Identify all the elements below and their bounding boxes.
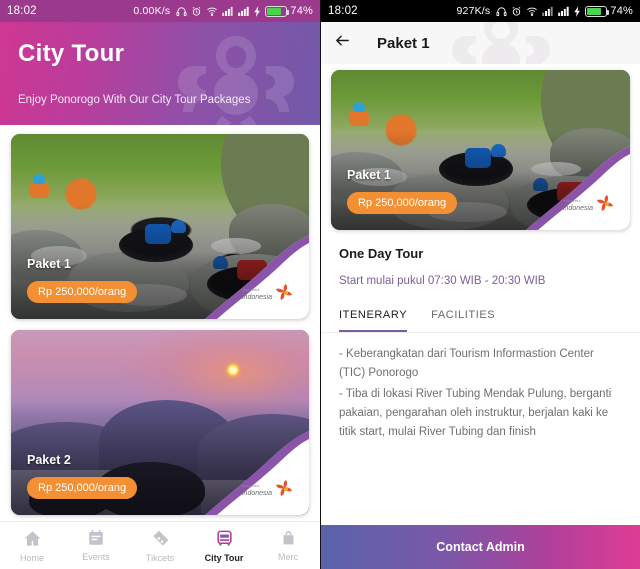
itinerary-item: - Tiba di lokasi River Tubing Mendak Pul… — [339, 388, 612, 438]
ticket-icon — [151, 529, 170, 550]
bus-icon — [215, 529, 234, 550]
package-list: Paket 1 Rp 250,000/orang wonderful indon… — [0, 134, 320, 515]
back-arrow-icon — [333, 32, 352, 54]
itinerary-item: - Keberangkatan dari Tourism Informastio… — [339, 348, 594, 379]
tab-itenerary[interactable]: ITENERARY — [339, 309, 408, 332]
svg-text:wonderful: wonderful — [563, 198, 580, 203]
svg-text:wonderful: wonderful — [242, 287, 259, 292]
tour-title: One Day Tour — [339, 246, 424, 261]
price-badge: Rp 250,000/orang — [27, 281, 138, 303]
status-bar-left: 18:02 0.00K/s 74% — [0, 0, 320, 22]
wonderful-indonesia-logo: wonderful indonesia — [242, 480, 292, 497]
home-icon — [23, 529, 42, 550]
charging-icon — [574, 5, 581, 17]
detail-tabs: ITENERARY FACILITIES — [321, 287, 640, 332]
package-card-paket-1[interactable]: Paket 1 Rp 250,000/orang wonderful indon… — [11, 134, 309, 319]
bag-icon — [280, 529, 297, 549]
page-subtitle: Enjoy Ponorogo With Our City Tour Packag… — [18, 94, 251, 106]
charging-icon — [254, 5, 261, 17]
svg-text:indonesia: indonesia — [563, 205, 593, 212]
wonderful-indonesia-logo: wonderful indonesia — [563, 195, 613, 212]
svg-text:wonderful: wonderful — [242, 483, 259, 488]
card-title: Paket 1 — [27, 257, 71, 271]
price-badge: Rp 250,000/orang — [27, 477, 138, 499]
itinerary-list: - Keberangkatan dari Tourism Informastio… — [321, 333, 640, 441]
batik-ornament-icon — [452, 22, 550, 64]
status-time: 18:02 — [328, 5, 358, 17]
tour-summary: One Day Tour Start mulai pukul 07:30 WIB… — [321, 230, 640, 287]
signal-icon — [558, 6, 570, 16]
detail-package-image: Paket 1 Rp 250,000/orang wonderful indon… — [331, 70, 630, 230]
detail-body: Paket 1 Rp 250,000/orang wonderful indon… — [321, 64, 640, 525]
svg-text:indonesia: indonesia — [242, 490, 272, 497]
tab-facilities[interactable]: FACILITIES — [431, 309, 495, 332]
alarm-icon — [511, 6, 522, 17]
signal-icon — [542, 6, 554, 16]
bottom-navigation: Home Events Tikcets City Tour Merc — [0, 521, 320, 569]
wifi-icon — [526, 6, 538, 17]
alarm-icon — [191, 6, 202, 17]
nav-label: City Tour — [204, 552, 244, 563]
price-badge: Rp 250,000/orang — [347, 192, 458, 214]
nav-item-home[interactable]: Home — [0, 522, 64, 569]
status-bar-right: 18:02 927K/s 74% — [321, 0, 640, 22]
wonderful-indonesia-logo: wonderful indonesia — [242, 284, 292, 301]
battery-icon — [585, 5, 610, 17]
network-speed: 0.00K/s — [133, 5, 171, 17]
city-tour-header: City Tour Enjoy Ponorogo With Our City T… — [0, 22, 320, 125]
nav-item-merc[interactable]: Merc — [256, 522, 320, 569]
battery-icon — [265, 5, 290, 17]
detail-header: Paket 1 — [321, 22, 640, 64]
wifi-icon — [206, 6, 218, 17]
package-card-paket-2[interactable]: Paket 2 Rp 250,000/orang wonderful indon… — [11, 330, 309, 515]
detail-title: Paket 1 — [377, 34, 430, 52]
card-title: Paket 2 — [27, 453, 71, 467]
nav-item-tikcets[interactable]: Tikcets — [128, 522, 192, 569]
contact-admin-button[interactable]: Contact Admin — [321, 525, 640, 569]
battery-percent: 74% — [610, 5, 633, 17]
battery-percent: 74% — [290, 5, 313, 17]
city-tour-screen: 18:02 0.00K/s 74% City Tour Enjoy Ponoro… — [0, 0, 320, 569]
package-detail-screen: 18:02 927K/s 74% Paket 1 Paket 1 Rp 250,… — [320, 0, 640, 569]
calendar-icon — [87, 529, 105, 549]
card-title: Paket 1 — [347, 168, 391, 182]
network-speed: 927K/s — [456, 5, 491, 17]
nav-label: Home — [19, 552, 44, 563]
nav-item-city-tour[interactable]: City Tour — [192, 522, 256, 569]
page-title: City Tour — [18, 40, 125, 67]
headphone-icon — [176, 6, 187, 17]
signal-icon — [238, 6, 250, 16]
nav-item-events[interactable]: Events — [64, 522, 128, 569]
back-button[interactable] — [321, 32, 363, 54]
nav-label: Tikcets — [145, 552, 175, 563]
signal-icon — [222, 6, 234, 16]
tour-schedule: Start mulai pukul 07:30 WIB - 20:30 WIB — [339, 275, 546, 287]
headphone-icon — [496, 6, 507, 17]
status-time: 18:02 — [7, 5, 37, 17]
nav-label: Events — [82, 552, 110, 562]
svg-text:indonesia: indonesia — [242, 294, 272, 301]
nav-label: Merc — [278, 552, 298, 562]
